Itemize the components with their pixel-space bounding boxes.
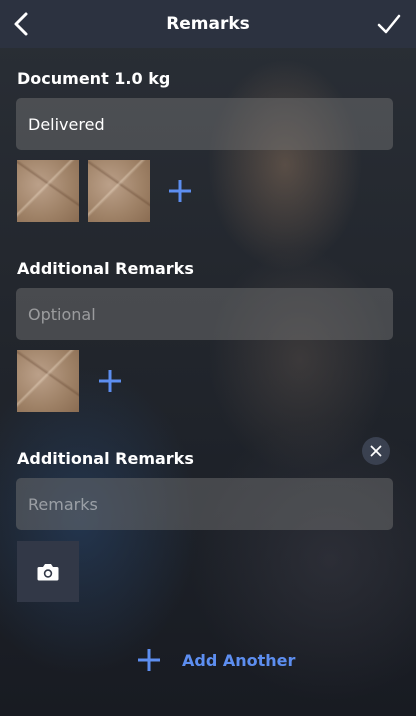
- photo-thumbnail[interactable]: [88, 160, 150, 222]
- section-title: Additional Remarks: [17, 259, 194, 278]
- add-photo-camera-button[interactable]: [17, 541, 79, 602]
- section-title: Document 1.0 kg: [17, 69, 171, 88]
- photo-thumbnail[interactable]: [17, 160, 79, 222]
- plus-icon: [138, 649, 160, 671]
- remark-field[interactable]: [16, 98, 393, 150]
- remark-field[interactable]: [16, 288, 393, 340]
- back-arrow-icon[interactable]: [6, 8, 38, 40]
- photo-thumbnail[interactable]: [17, 350, 79, 412]
- add-photo-plus-icon[interactable]: [97, 368, 123, 394]
- page-title: Remarks: [166, 14, 250, 34]
- remark-input[interactable]: [26, 493, 383, 515]
- add-another-label: Add Another: [182, 650, 296, 670]
- remark-input[interactable]: [26, 303, 383, 325]
- checkmark-icon[interactable]: [376, 11, 402, 37]
- close-icon: [370, 445, 382, 457]
- add-photo-plus-icon[interactable]: [167, 178, 193, 204]
- remark-input[interactable]: [26, 113, 383, 135]
- section-title: Additional Remarks: [17, 449, 194, 468]
- remove-remark-button[interactable]: [362, 437, 390, 465]
- remark-field[interactable]: [16, 478, 393, 530]
- add-another-button[interactable]: Add Another: [136, 645, 295, 675]
- camera-icon: [37, 563, 59, 580]
- top-bar: Remarks: [0, 0, 416, 48]
